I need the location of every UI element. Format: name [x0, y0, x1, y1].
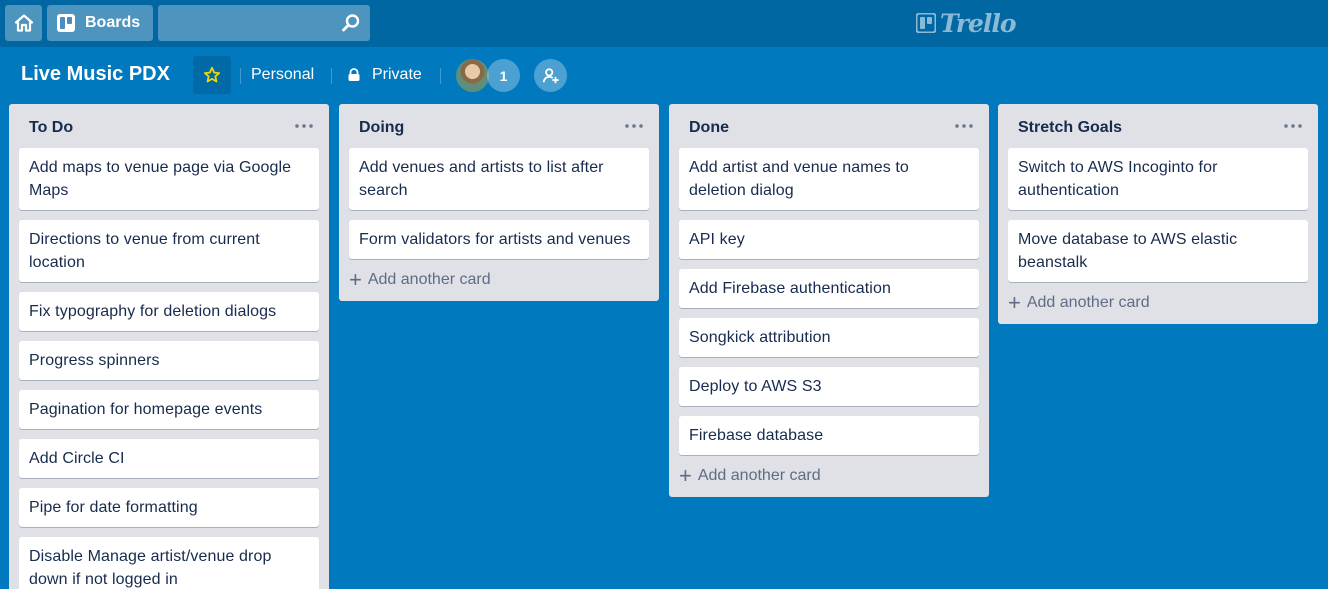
home-icon — [14, 14, 33, 32]
home-button[interactable] — [5, 5, 42, 41]
header-divider — [240, 68, 241, 84]
list-done: Done Add artist and venue names to delet… — [669, 104, 989, 497]
add-card-label: Add another card — [367, 271, 491, 288]
list-title[interactable]: Doing — [359, 119, 404, 137]
add-card-label: Add another card — [697, 467, 821, 484]
add-card-button[interactable]: + Add another card — [998, 292, 1318, 324]
card[interactable]: Deploy to AWS S3 — [679, 367, 979, 406]
more-options-icon[interactable] — [1282, 116, 1304, 136]
board-header: Live Music PDX Personal Private 1 — [0, 47, 1328, 104]
card-list: Add artist and venue names to deletion d… — [669, 148, 989, 455]
boards-icon — [57, 14, 75, 32]
list-doing: Doing Add venues and artists to list aft… — [339, 104, 659, 301]
list-title[interactable]: To Do — [29, 119, 73, 137]
list-header: Stretch Goals — [998, 104, 1318, 148]
header-divider — [331, 68, 332, 84]
logo-text: Trello — [940, 8, 1017, 38]
trello-logo-icon — [916, 13, 936, 33]
trello-logo[interactable]: Trello — [916, 8, 1017, 38]
card[interactable]: Directions to venue from current locatio… — [19, 220, 319, 282]
plus-icon: + — [1008, 290, 1021, 315]
header-divider — [440, 68, 441, 84]
visibility-label: Private — [372, 66, 422, 83]
more-options-icon[interactable] — [623, 116, 645, 136]
card[interactable]: Disable Manage artist/venue drop down if… — [19, 537, 319, 589]
add-member-icon — [542, 67, 559, 83]
card[interactable]: Add maps to venue page via Google Maps — [19, 148, 319, 210]
more-options-icon[interactable] — [953, 116, 975, 136]
card[interactable]: Switch to AWS Incoginto for authenticati… — [1008, 148, 1308, 210]
card[interactable]: Add Circle CI — [19, 439, 319, 478]
card-list: Add venues and artists to list after sea… — [339, 148, 659, 259]
plus-icon: + — [679, 463, 692, 488]
search-box[interactable] — [158, 5, 370, 41]
search-icon[interactable] — [341, 13, 361, 33]
list-header: Done — [669, 104, 989, 148]
card[interactable]: Progress spinners — [19, 341, 319, 380]
add-card-label: Add another card — [1026, 294, 1150, 311]
card[interactable]: Pipe for date formatting — [19, 488, 319, 527]
member-avatar[interactable] — [456, 59, 489, 92]
card[interactable]: Add venues and artists to list after sea… — [349, 148, 649, 210]
plus-icon: + — [349, 267, 362, 292]
list-stretch-goals: Stretch Goals Switch to AWS Incoginto fo… — [998, 104, 1318, 324]
list-header: To Do — [9, 104, 329, 148]
member-count-badge[interactable]: 1 — [487, 59, 520, 92]
board-title[interactable]: Live Music PDX — [21, 63, 170, 86]
visibility-button[interactable]: Private — [347, 66, 422, 84]
lock-icon — [348, 68, 360, 81]
list-title[interactable]: Stretch Goals — [1018, 119, 1122, 137]
add-card-button[interactable]: + Add another card — [339, 269, 659, 301]
list-header: Doing — [339, 104, 659, 148]
card[interactable]: Form validators for artists and venues — [349, 220, 649, 259]
star-icon — [203, 66, 221, 83]
boards-button[interactable]: Boards — [47, 5, 153, 41]
search-input[interactable] — [158, 5, 370, 41]
card[interactable]: Add Firebase authentication — [679, 269, 979, 308]
add-card-button[interactable]: + Add another card — [669, 465, 989, 497]
star-button[interactable] — [193, 56, 231, 94]
list-to-do: To Do Add maps to venue page via Google … — [9, 104, 329, 589]
list-title[interactable]: Done — [689, 119, 729, 137]
card[interactable]: API key — [679, 220, 979, 259]
team-button[interactable]: Personal — [251, 66, 314, 84]
more-options-icon[interactable] — [293, 116, 315, 136]
card[interactable]: Fix typography for deletion dialogs — [19, 292, 319, 331]
card[interactable]: Firebase database — [679, 416, 979, 455]
card[interactable]: Add artist and venue names to deletion d… — [679, 148, 979, 210]
invite-button[interactable] — [534, 59, 567, 92]
boards-label: Boards — [85, 14, 141, 31]
card-list: Switch to AWS Incoginto for authenticati… — [998, 148, 1318, 282]
top-header: Boards Trello — [0, 0, 1328, 47]
card[interactable]: Songkick attribution — [679, 318, 979, 357]
card[interactable]: Move database to AWS elastic beanstalk — [1008, 220, 1308, 282]
card[interactable]: Pagination for homepage events — [19, 390, 319, 429]
card-list: Add maps to venue page via Google Maps D… — [9, 148, 329, 589]
